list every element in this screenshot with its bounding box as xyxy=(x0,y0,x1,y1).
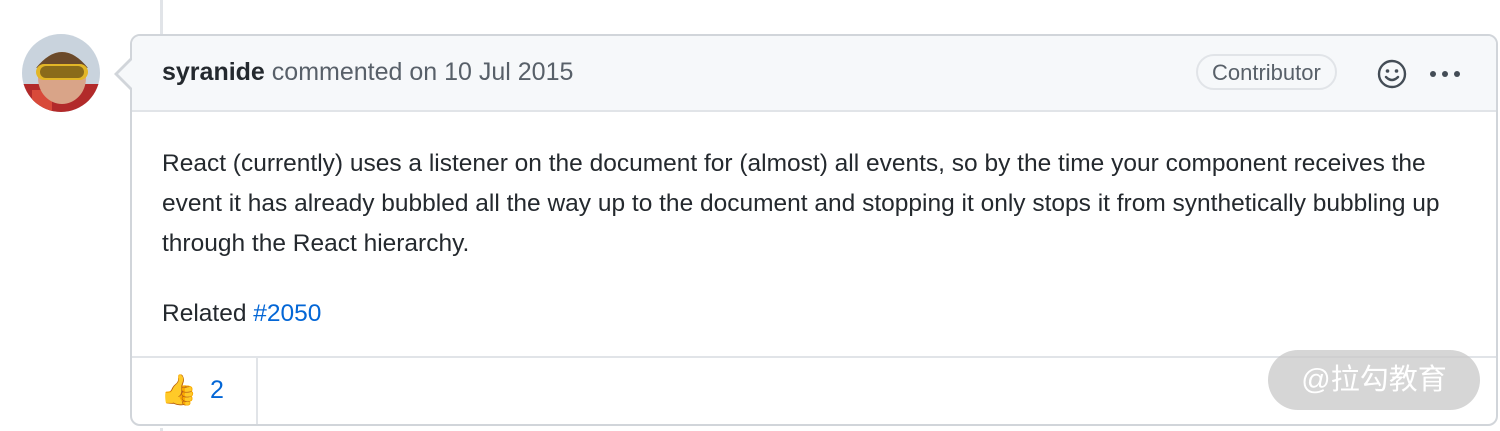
more-options-button[interactable] xyxy=(1428,62,1462,86)
issue-link[interactable]: #2050 xyxy=(253,300,321,327)
smiley-icon xyxy=(1377,59,1407,89)
thumbs-up-icon: 👍 xyxy=(160,374,198,407)
comment-meta: syranide commented on 10 Jul 2015 xyxy=(162,58,573,87)
comment-header: syranide commented on 10 Jul 2015 Contri… xyxy=(132,36,1496,112)
watermark: @拉勾教育 xyxy=(1268,350,1480,410)
related-label: Related xyxy=(162,300,247,327)
contributor-badge: Contributor xyxy=(1196,54,1337,90)
comment-body: React (currently) uses a listener on the… xyxy=(162,144,1482,334)
reaction-count: 2 xyxy=(210,376,224,404)
timeline-line xyxy=(160,0,163,34)
avatar[interactable] xyxy=(22,34,100,112)
comment-pointer-fill xyxy=(118,60,132,88)
comment-paragraph: React (currently) uses a listener on the… xyxy=(162,150,1440,257)
comment-timestamp[interactable]: commented on 10 Jul 2015 xyxy=(272,58,574,86)
comment-author[interactable]: syranide xyxy=(162,58,265,86)
thumbs-up-reaction-button[interactable]: 👍 2 xyxy=(132,358,258,424)
kebab-horizontal-icon xyxy=(1430,71,1460,77)
add-reaction-button[interactable] xyxy=(1376,58,1408,90)
related-line: Related #2050 xyxy=(162,294,1482,334)
